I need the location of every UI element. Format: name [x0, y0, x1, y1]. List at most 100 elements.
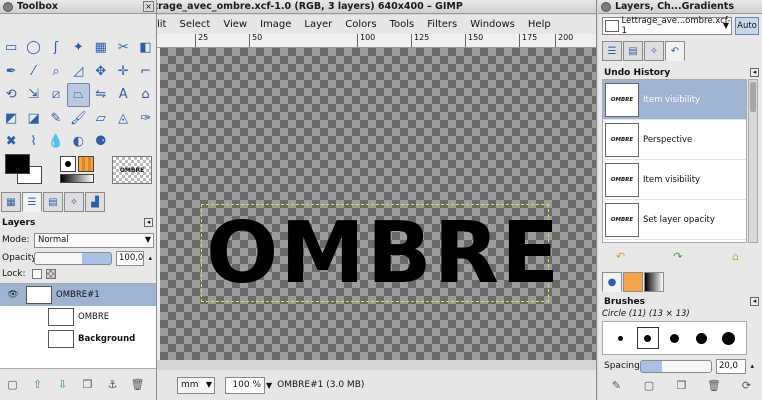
menu-tools[interactable]: Tools: [390, 19, 415, 30]
bucket-fill-icon[interactable]: ◩: [0, 107, 22, 131]
blur-icon[interactable]: 💧: [45, 130, 67, 154]
paintbrush-icon[interactable]: 🖌: [67, 107, 89, 131]
close-icon[interactable]: ×: [143, 1, 154, 12]
active-pattern-preview[interactable]: [78, 156, 94, 172]
brush-item[interactable]: [691, 327, 713, 349]
brush-item[interactable]: [610, 327, 632, 349]
image-canvas[interactable]: OMBRE: [160, 48, 596, 360]
raise-layer-icon[interactable]: ⇧: [25, 375, 50, 393]
image-select[interactable]: Lettrage_ave...ombre.xcf-1 ▼: [602, 16, 732, 36]
paths-tab-icon[interactable]: ✧: [64, 192, 84, 212]
airbrush-icon[interactable]: ◬: [112, 107, 134, 131]
eraser-icon[interactable]: ▱: [90, 107, 112, 131]
delete-brush-icon[interactable]: 🗑: [702, 376, 727, 394]
mode-select[interactable]: Normal ▼: [34, 232, 154, 248]
channels-tab-icon[interactable]: ▤: [623, 41, 643, 61]
history-item[interactable]: OMBRE Item visibility: [603, 160, 746, 200]
new-layer-icon[interactable]: ▢: [0, 375, 25, 393]
history-scrollbar[interactable]: [748, 79, 758, 243]
redo-icon[interactable]: ↷: [666, 247, 691, 265]
history-item[interactable]: OMBRE Set layer opacity: [603, 200, 746, 240]
gradients-tab-icon[interactable]: [644, 272, 664, 292]
cage-icon[interactable]: ⌂: [134, 83, 156, 107]
menu-colors[interactable]: Colors: [345, 19, 376, 30]
spin-arrows-icon[interactable]: ▴: [148, 254, 152, 262]
smudge-icon[interactable]: ⌇: [22, 130, 44, 154]
histogram-tab-icon[interactable]: ▟: [85, 192, 105, 212]
spacing-slider[interactable]: [640, 359, 712, 373]
color-select-icon[interactable]: ▦: [90, 36, 112, 60]
ink-icon[interactable]: ✑: [134, 107, 156, 131]
brush-pattern-gradient-area[interactable]: [58, 154, 98, 184]
window-menu-icon[interactable]: [3, 1, 13, 12]
patterns-tab-icon[interactable]: [623, 272, 643, 292]
active-brush-preview[interactable]: [60, 156, 76, 172]
channels-tab-icon[interactable]: ▤: [43, 192, 63, 212]
panel-menu-icon[interactable]: ◂: [750, 68, 759, 77]
pencil-icon[interactable]: ✎: [45, 107, 67, 131]
paths-tab-icon[interactable]: ✧: [644, 41, 664, 61]
opacity-spin[interactable]: 100,0 ▴: [116, 250, 152, 266]
shear-icon[interactable]: ⧄: [45, 83, 67, 107]
scrollbar-handle[interactable]: [750, 82, 756, 112]
menu-lit[interactable]: lit: [157, 19, 166, 30]
dock-titlebar[interactable]: Layers, Ch...Gradients: [598, 0, 762, 14]
anchor-layer-icon[interactable]: ⚓: [100, 375, 125, 393]
menu-windows[interactable]: Windows: [470, 19, 515, 30]
menu-view[interactable]: View: [223, 19, 247, 30]
undo-icon[interactable]: ↶: [608, 247, 633, 265]
delete-layer-icon[interactable]: 🗑: [125, 375, 150, 393]
scissors-select-icon[interactable]: ✂: [112, 36, 134, 60]
new-brush-icon[interactable]: ▢: [637, 376, 662, 394]
spacing-spin[interactable]: 20,0 ▴: [716, 358, 754, 374]
zoom-field[interactable]: 100 %: [225, 376, 265, 394]
flip-icon[interactable]: ⇋: [90, 83, 112, 107]
window-menu-icon[interactable]: [601, 1, 611, 12]
layers-tab-icon[interactable]: ☰: [22, 192, 42, 212]
edit-brush-icon[interactable]: ✎: [604, 376, 629, 394]
toolbox-titlebar[interactable]: Toolbox ×: [0, 0, 156, 14]
scale-icon[interactable]: ⇲: [22, 83, 44, 107]
text-icon[interactable]: A: [112, 83, 134, 107]
fuzzy-select-icon[interactable]: ✦: [67, 36, 89, 60]
measure-icon[interactable]: ◿: [67, 60, 89, 84]
foreground-select-icon[interactable]: ◧: [134, 36, 156, 60]
auto-button[interactable]: Auto: [735, 17, 759, 35]
layer-row[interactable]: 👁 OMBRE#1: [0, 284, 156, 306]
paths-icon[interactable]: ✒: [0, 60, 22, 84]
fg-bg-color-area[interactable]: [5, 154, 43, 186]
dodge-icon[interactable]: ◐: [67, 130, 89, 154]
zoom-icon[interactable]: ⌕: [45, 60, 67, 84]
move-icon[interactable]: ✥: [90, 60, 112, 84]
visibility-eye-icon[interactable]: 👁: [0, 290, 26, 300]
panel-menu-icon[interactable]: ◂: [144, 218, 153, 227]
clone-icon[interactable]: ✖: [0, 130, 22, 154]
lock-pixels-checkbox[interactable]: [32, 269, 42, 279]
image-titlebar[interactable]: ttrage_avec_ombre.xcf-1.0 (RGB, 3 layers…: [157, 0, 596, 14]
lock-alpha-icon[interactable]: [46, 269, 56, 279]
ellipse-select-icon[interactable]: ◯: [22, 36, 44, 60]
perspective-icon[interactable]: ⏢: [67, 83, 90, 107]
panel-menu-icon[interactable]: ◂: [750, 297, 759, 306]
menu-filters[interactable]: Filters: [427, 19, 457, 30]
active-gradient-preview[interactable]: [60, 174, 94, 183]
menu-select[interactable]: Select: [179, 19, 210, 30]
refresh-brushes-icon[interactable]: ⟳: [734, 376, 759, 394]
spin-arrows-icon[interactable]: ▴: [750, 362, 754, 370]
layer-row[interactable]: Background: [0, 328, 156, 350]
color-picker-icon[interactable]: ⁄: [22, 60, 44, 84]
history-item[interactable]: OMBRE Perspective: [603, 120, 746, 160]
opacity-slider[interactable]: [34, 251, 112, 265]
brushes-tab-icon[interactable]: ●: [602, 272, 622, 292]
brush-item[interactable]: [636, 327, 659, 349]
blend-icon[interactable]: ◪: [22, 107, 44, 131]
foreground-color-swatch[interactable]: [5, 154, 30, 174]
zoom-dropdown-icon[interactable]: ▼: [266, 381, 272, 390]
horizontal-ruler[interactable]: 25 50 100 125 150 175 200: [157, 34, 596, 48]
crop-icon[interactable]: ⌐: [134, 60, 156, 84]
clear-history-icon[interactable]: ⌂: [723, 247, 748, 265]
heal-icon[interactable]: ⚈: [90, 130, 112, 154]
unit-select[interactable]: mm ▼: [177, 376, 215, 394]
align-icon[interactable]: ✛: [112, 60, 134, 84]
brush-item[interactable]: [718, 327, 740, 349]
